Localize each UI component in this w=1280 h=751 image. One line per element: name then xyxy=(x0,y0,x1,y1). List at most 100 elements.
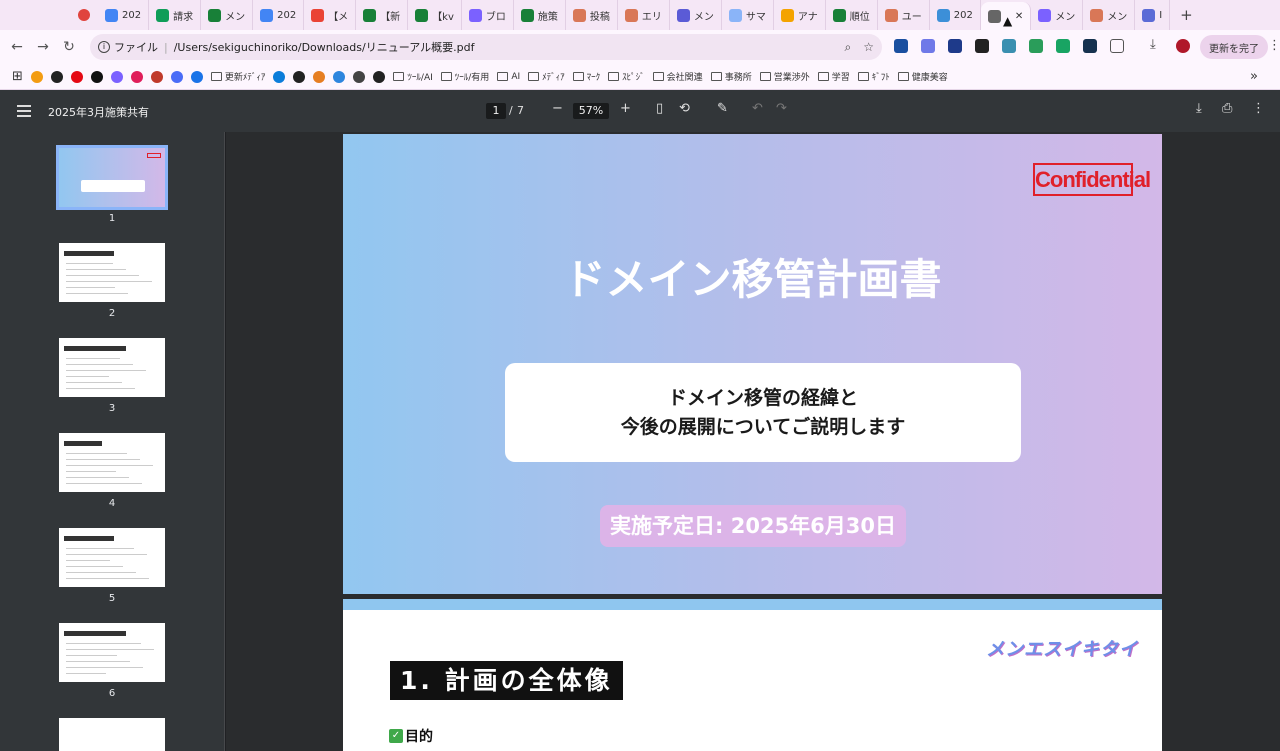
info-icon[interactable]: i xyxy=(98,41,110,53)
page-thumbnail[interactable]: 2 xyxy=(59,243,165,319)
bookmark-folder[interactable]: ﾂｰﾙ/有用 xyxy=(440,70,489,83)
bookmark-favicon-icon[interactable] xyxy=(70,70,83,83)
extensions-puzzle-icon[interactable] xyxy=(1110,39,1124,53)
forward-button[interactable]: → xyxy=(30,39,56,55)
browser-tab[interactable]: サマ xyxy=(722,0,774,30)
pdf-viewer[interactable]: Confidential ドメイン移管計画書 ドメイン移管の経緯と 今後の展開に… xyxy=(226,132,1280,751)
more-options-icon[interactable]: ⋮ xyxy=(1252,101,1265,116)
page-number-input[interactable]: 1 xyxy=(486,103,506,119)
extension-icon[interactable] xyxy=(921,39,935,53)
bookmark-folder[interactable]: AI xyxy=(497,72,520,82)
close-tab-icon[interactable]: ✕ xyxy=(1015,11,1023,22)
extension-icon[interactable] xyxy=(1002,39,1016,53)
browser-tab[interactable]: I xyxy=(1135,0,1171,30)
back-button[interactable]: ← xyxy=(4,39,30,55)
thumbnail-image[interactable] xyxy=(56,145,168,210)
extension-icon[interactable] xyxy=(975,39,989,53)
bookmark-folder[interactable]: 学習 xyxy=(817,70,850,83)
thumbnail-image[interactable] xyxy=(59,433,165,492)
bookmark-folder[interactable]: ﾏｰｸ xyxy=(572,70,600,83)
browser-tab[interactable]: 202 xyxy=(253,0,305,30)
bookmark-folder[interactable]: 営業渉外 xyxy=(759,70,810,83)
zoom-level-input[interactable]: 57% xyxy=(573,103,609,119)
bookmark-star-icon[interactable]: ☆ xyxy=(863,40,874,55)
zoom-out-button[interactable]: − xyxy=(552,101,563,116)
more-bookmarks-icon[interactable]: » xyxy=(1250,69,1258,84)
bookmark-folder[interactable]: 健康美容 xyxy=(897,70,948,83)
print-icon[interactable]: ⎙ xyxy=(1222,101,1232,116)
sidebar-menu-icon[interactable] xyxy=(17,102,31,120)
browser-tab[interactable]: 【メ xyxy=(304,0,357,30)
bookmark-favicon-icon[interactable] xyxy=(293,70,306,83)
page-thumbnail[interactable]: 6 xyxy=(59,623,165,699)
bookmark-favicon-icon[interactable] xyxy=(130,70,143,83)
browser-tab[interactable]: メン xyxy=(201,0,254,30)
bookmark-folder[interactable]: ﾂｰﾙ/AI xyxy=(393,70,433,83)
bookmark-folder[interactable]: ｷﾞﾌﾄ xyxy=(857,70,890,83)
bookmark-favicon-icon[interactable] xyxy=(90,70,103,83)
page-thumbnail[interactable]: 3 xyxy=(59,338,165,414)
browser-tab[interactable]: 施策 xyxy=(514,0,566,30)
bookmark-favicon-icon[interactable] xyxy=(170,70,183,83)
bookmark-favicon-icon[interactable] xyxy=(373,70,386,83)
extension-icon[interactable] xyxy=(1083,39,1097,53)
page-thumbnail[interactable]: 4 xyxy=(59,433,165,509)
browser-tab[interactable]: 【kv xyxy=(408,0,462,30)
fit-page-icon[interactable]: ▯ xyxy=(656,101,663,116)
bookmark-folder[interactable]: 事務所 xyxy=(710,70,752,83)
download-icon[interactable]: ⤓ xyxy=(1196,101,1202,116)
update-button[interactable]: 更新を完了 xyxy=(1200,35,1268,59)
address-bar[interactable]: i ファイル | /Users/sekiguchinoriko/Download… xyxy=(90,34,882,60)
page-thumbnail[interactable] xyxy=(59,718,165,751)
bookmark-favicon-icon[interactable] xyxy=(50,70,63,83)
apps-grid-icon[interactable]: ⊞ xyxy=(12,69,23,84)
redo-icon[interactable]: ↷ xyxy=(776,101,787,116)
new-tab-button[interactable]: + xyxy=(1170,6,1203,24)
bookmark-favicon-icon[interactable] xyxy=(273,70,286,83)
browser-tab[interactable]: 投稿 xyxy=(566,0,618,30)
bookmark-favicon-icon[interactable] xyxy=(353,70,366,83)
bookmark-folder[interactable]: 更新ﾒﾃﾞｨｱ xyxy=(210,70,265,83)
bookmark-favicon-icon[interactable] xyxy=(333,70,346,83)
thumbnail-image[interactable] xyxy=(59,338,165,397)
bookmark-folder[interactable]: ｽﾋﾟｼﾞ xyxy=(608,70,645,83)
thumbnail-image[interactable] xyxy=(59,718,165,751)
bookmark-folder[interactable]: ﾒﾃﾞｨｱ xyxy=(528,70,565,83)
browser-tab[interactable]: ユー xyxy=(878,0,930,30)
reload-button[interactable]: ↻ xyxy=(56,39,82,55)
browser-tab[interactable]: メン xyxy=(1083,0,1136,30)
browser-tab[interactable]: アナ xyxy=(774,0,826,30)
undo-icon[interactable]: ↶ xyxy=(752,101,763,116)
extension-icon[interactable] xyxy=(948,39,962,53)
download-icon[interactable]: ⤓ xyxy=(1150,37,1164,52)
zoom-in-button[interactable]: + xyxy=(620,101,631,116)
bookmark-favicon-icon[interactable] xyxy=(30,70,43,83)
thumbnail-image[interactable] xyxy=(59,623,165,682)
thumbnail-image[interactable] xyxy=(59,528,165,587)
extension-icon[interactable] xyxy=(894,39,908,53)
browser-tab[interactable]: 順位 xyxy=(826,0,878,30)
url-text[interactable]: /Users/sekiguchinoriko/Downloads/リニューアル概… xyxy=(174,39,475,55)
browser-tab[interactable]: メン xyxy=(1031,0,1084,30)
browser-tab[interactable]: 請求 xyxy=(149,0,202,30)
browser-tab[interactable]: メン xyxy=(670,0,722,30)
bookmark-folder[interactable]: 会社関連 xyxy=(652,70,703,83)
annotate-icon[interactable]: ✎ xyxy=(717,101,728,116)
bookmark-favicon-icon[interactable] xyxy=(190,70,203,83)
chrome-menu-icon[interactable]: ⋮ xyxy=(1268,38,1280,53)
zoom-search-icon[interactable]: ⌕ xyxy=(845,40,852,55)
rotate-icon[interactable]: ⟲ xyxy=(679,101,690,116)
profile-avatar[interactable] xyxy=(1176,39,1190,53)
browser-tab[interactable]: エリ xyxy=(618,0,670,30)
page-thumbnail[interactable]: 1 xyxy=(56,145,168,224)
record-icon[interactable] xyxy=(78,9,90,21)
browser-tab[interactable]: 【新 xyxy=(356,0,409,30)
thumbnail-image[interactable] xyxy=(59,243,165,302)
extension-icon[interactable] xyxy=(1056,39,1070,53)
browser-tab[interactable]: 202 xyxy=(98,0,150,30)
page-thumbnail[interactable]: 5 xyxy=(59,528,165,604)
bookmark-favicon-icon[interactable] xyxy=(313,70,326,83)
browser-tab[interactable]: 202 xyxy=(930,0,981,30)
bookmark-favicon-icon[interactable] xyxy=(150,70,163,83)
browser-tab[interactable]: ブロ xyxy=(462,0,514,30)
